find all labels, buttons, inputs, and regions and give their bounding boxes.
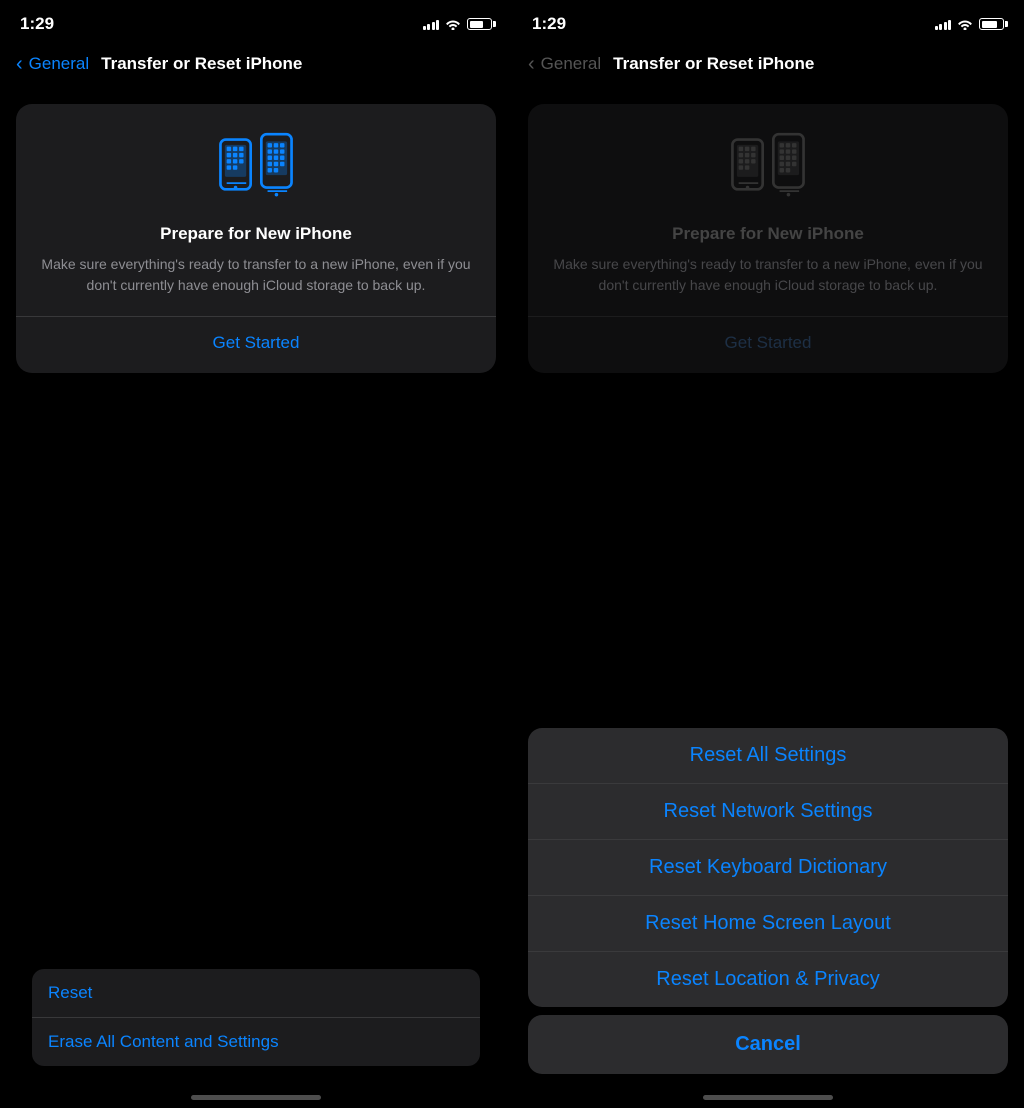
list-item-reset-label: Reset bbox=[48, 983, 92, 1002]
back-button-left[interactable]: ‹ General bbox=[16, 53, 89, 76]
get-started-button-left[interactable]: Get Started bbox=[213, 333, 300, 353]
action-reset-all-settings[interactable]: Reset All Settings bbox=[528, 728, 1008, 784]
home-bar-right bbox=[703, 1095, 833, 1100]
get-started-button-right[interactable]: Get Started bbox=[725, 333, 812, 353]
home-bar-left bbox=[191, 1095, 321, 1100]
status-time-left: 1:29 bbox=[20, 14, 54, 34]
card-title-right: Prepare for New iPhone bbox=[672, 224, 864, 244]
action-reset-home-screen-layout-label: Reset Home Screen Layout bbox=[645, 912, 891, 934]
nav-bar-left: ‹ General Transfer or Reset iPhone bbox=[0, 44, 512, 88]
signal-icon-right bbox=[935, 18, 952, 30]
back-label-right: General bbox=[541, 54, 601, 74]
status-bar-left: 1:29 bbox=[0, 0, 512, 44]
card-icon-right bbox=[728, 128, 808, 208]
status-icons-right bbox=[935, 18, 1005, 30]
action-reset-network-settings[interactable]: Reset Network Settings bbox=[528, 784, 1008, 840]
chevron-left-icon-left: ‹ bbox=[16, 53, 23, 76]
action-cancel-button[interactable]: Cancel bbox=[528, 1015, 1008, 1074]
signal-icon-left bbox=[423, 18, 440, 30]
bottom-list-left: Reset Erase All Content and Settings bbox=[0, 969, 512, 1066]
back-label-left: General bbox=[29, 54, 89, 74]
prepare-card-right: Prepare for New iPhone Make sure everyth… bbox=[528, 104, 1008, 373]
content-left: Prepare for New iPhone Make sure everyth… bbox=[0, 88, 512, 545]
action-sheet: Reset All Settings Reset Network Setting… bbox=[528, 728, 1008, 1074]
card-divider-left bbox=[16, 316, 496, 317]
action-reset-all-settings-label: Reset All Settings bbox=[690, 744, 847, 766]
wifi-icon-right bbox=[957, 18, 973, 30]
card-description-left: Make sure everything's ready to transfer… bbox=[36, 254, 476, 296]
home-indicator-right bbox=[512, 1074, 1024, 1108]
action-reset-home-screen-layout[interactable]: Reset Home Screen Layout bbox=[528, 896, 1008, 952]
list-item-erase-label: Erase All Content and Settings bbox=[48, 1032, 279, 1051]
chevron-left-icon-right: ‹ bbox=[528, 53, 535, 76]
card-divider-right bbox=[528, 316, 1008, 317]
action-cancel-label: Cancel bbox=[735, 1033, 801, 1055]
content-right: Prepare for New iPhone Make sure everyth… bbox=[512, 88, 1024, 373]
battery-icon-right bbox=[979, 18, 1004, 30]
status-icons-left bbox=[423, 18, 493, 30]
right-panel: 1:29 ‹ General Transfer or Reset iPhone bbox=[512, 0, 1024, 1108]
action-reset-network-settings-label: Reset Network Settings bbox=[664, 800, 873, 822]
list-item-reset[interactable]: Reset bbox=[32, 969, 480, 1018]
wifi-icon-left bbox=[445, 18, 461, 30]
left-panel: 1:29 ‹ General Transfer or Reset iPhone bbox=[0, 0, 512, 1108]
status-time-right: 1:29 bbox=[532, 14, 566, 34]
nav-bar-right: ‹ General Transfer or Reset iPhone bbox=[512, 44, 1024, 88]
battery-icon-left bbox=[467, 18, 492, 30]
action-reset-location-privacy-label: Reset Location & Privacy bbox=[656, 968, 879, 990]
action-reset-keyboard-dictionary-label: Reset Keyboard Dictionary bbox=[649, 856, 887, 878]
home-indicator-left bbox=[0, 1074, 512, 1108]
back-button-right[interactable]: ‹ General bbox=[528, 53, 601, 76]
prepare-card-left: Prepare for New iPhone Make sure everyth… bbox=[16, 104, 496, 373]
card-title-left: Prepare for New iPhone bbox=[160, 224, 352, 244]
reset-list: Reset Erase All Content and Settings bbox=[32, 969, 480, 1066]
card-icon-left bbox=[216, 128, 296, 208]
action-reset-location-privacy[interactable]: Reset Location & Privacy bbox=[528, 952, 1008, 1007]
status-bar-right: 1:29 bbox=[512, 0, 1024, 44]
card-description-right: Make sure everything's ready to transfer… bbox=[548, 254, 988, 296]
action-sheet-group: Reset All Settings Reset Network Setting… bbox=[528, 728, 1008, 1007]
action-reset-keyboard-dictionary[interactable]: Reset Keyboard Dictionary bbox=[528, 840, 1008, 896]
nav-title-left: Transfer or Reset iPhone bbox=[101, 54, 302, 74]
nav-title-right: Transfer or Reset iPhone bbox=[613, 54, 814, 74]
list-item-erase[interactable]: Erase All Content and Settings bbox=[32, 1018, 480, 1066]
